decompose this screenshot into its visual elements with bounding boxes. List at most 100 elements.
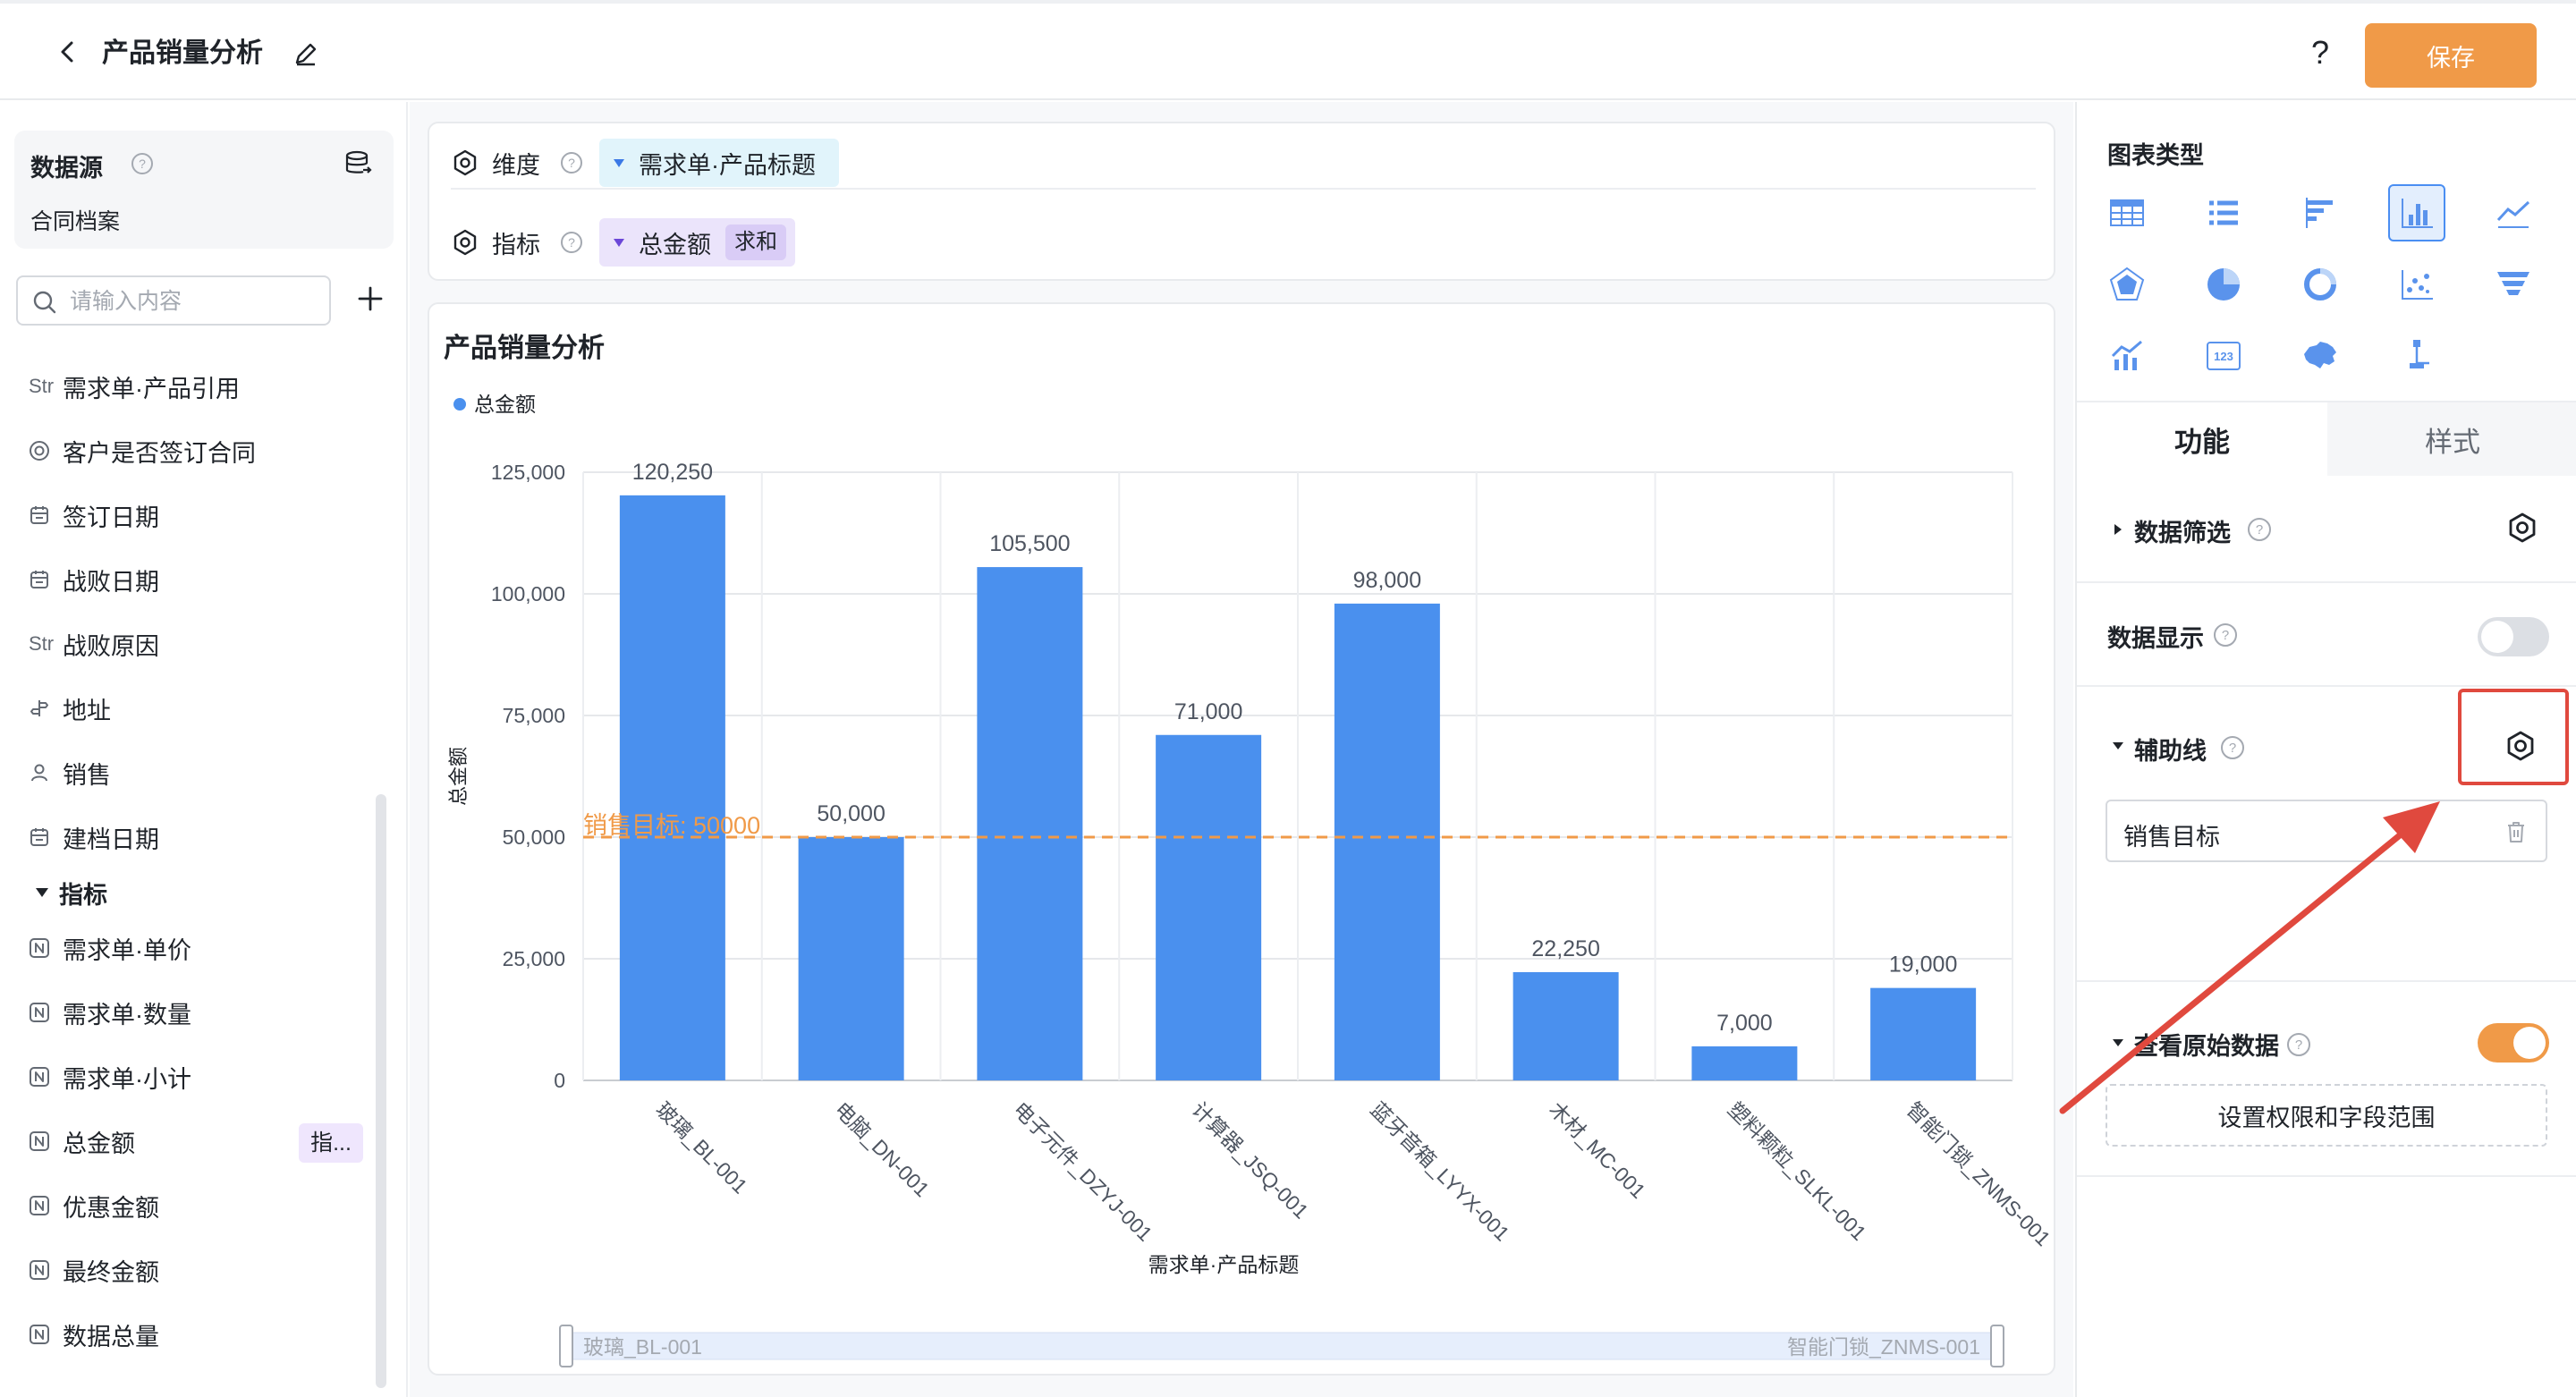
edit-pencil-icon[interactable] bbox=[292, 39, 320, 68]
legend-label: 总金额 bbox=[474, 393, 536, 416]
bar-value-label: 105,500 bbox=[989, 531, 1070, 556]
bar bbox=[798, 837, 904, 1080]
field-item[interactable]: 需求单·小计 bbox=[0, 1045, 376, 1109]
help-circle-icon[interactable]: ? bbox=[131, 152, 154, 175]
map-icon[interactable] bbox=[2292, 327, 2349, 385]
help-circle-icon[interactable]: ? bbox=[560, 151, 583, 174]
field-item[interactable]: 总金额 指... bbox=[0, 1109, 376, 1173]
field-item[interactable]: 数据总量 bbox=[0, 1302, 376, 1367]
tab-function[interactable]: 功能 bbox=[2077, 402, 2327, 476]
caret-down-icon[interactable] bbox=[2113, 742, 2123, 749]
field-item[interactable]: 优惠金额 bbox=[0, 1173, 376, 1238]
config-tabs: 功能 样式 bbox=[2077, 401, 2576, 476]
bar bbox=[977, 567, 1083, 1080]
table-icon[interactable] bbox=[2098, 184, 2156, 241]
raw-data-toggle[interactable] bbox=[2478, 1023, 2549, 1063]
pie-icon[interactable] bbox=[2195, 256, 2252, 313]
gear-icon[interactable] bbox=[451, 228, 479, 257]
field-item[interactable]: 需求单·数量 bbox=[0, 980, 376, 1045]
dimension-pill[interactable]: 需求单·产品标题 bbox=[599, 139, 839, 187]
help-circle-icon[interactable]: ? bbox=[2213, 622, 2238, 648]
field-item[interactable]: Str 战败原因 bbox=[0, 612, 376, 676]
caret-down-icon[interactable] bbox=[2113, 1039, 2123, 1046]
list-icon[interactable] bbox=[2195, 184, 2252, 241]
metric-pill[interactable]: 总金额 求和 bbox=[599, 218, 795, 267]
field-item[interactable]: 需求单·单价 bbox=[0, 916, 376, 980]
toggle-knob bbox=[2513, 1027, 2546, 1059]
number-type-icon bbox=[29, 1259, 59, 1281]
tree-icon[interactable] bbox=[2388, 327, 2445, 385]
set-permission-button[interactable]: 设置权限和字段范围 bbox=[2106, 1084, 2547, 1147]
string-type-icon: Str bbox=[29, 375, 55, 397]
number-type-icon bbox=[29, 1002, 59, 1023]
bar-chart-icon[interactable] bbox=[2388, 184, 2445, 241]
metrics-section-header[interactable]: 指标 bbox=[0, 869, 376, 916]
help-circle-icon[interactable]: ? bbox=[2247, 517, 2272, 542]
help-circle-icon[interactable]: ? bbox=[2286, 1032, 2311, 1057]
reference-line-label: 销售目标: 50000 bbox=[583, 812, 760, 839]
data-filter-row[interactable]: 数据筛选 ? bbox=[2077, 476, 2576, 583]
field-item[interactable]: 建档日期 bbox=[0, 805, 376, 869]
bar bbox=[1334, 603, 1440, 1080]
field-label: 建档日期 bbox=[63, 826, 159, 853]
zoom-start-label: 玻璃_BL-001 bbox=[583, 1335, 702, 1359]
caret-down-icon bbox=[614, 238, 624, 247]
field-item[interactable]: 客户是否签订合同 bbox=[0, 419, 376, 483]
x-tick-label: 木材_MC-001 bbox=[1545, 1097, 1650, 1203]
number-card-icon[interactable]: 123 bbox=[2195, 327, 2252, 385]
funnel-icon[interactable] bbox=[2485, 256, 2542, 313]
y-tick-label: 50,000 bbox=[503, 826, 565, 849]
svg-text:?: ? bbox=[568, 156, 575, 170]
calendar-icon bbox=[29, 569, 59, 590]
field-search-input[interactable] bbox=[70, 284, 320, 318]
data-display-toggle[interactable] bbox=[2478, 617, 2549, 656]
field-search-box[interactable] bbox=[16, 275, 331, 326]
donut-icon[interactable] bbox=[2292, 256, 2349, 313]
x-axis-title: 需求单·产品标题 bbox=[1148, 1253, 1300, 1276]
zoom-handle-right[interactable] bbox=[1990, 1325, 2004, 1367]
help-circle-icon[interactable]: ? bbox=[2220, 735, 2245, 760]
gear-icon[interactable] bbox=[451, 148, 479, 177]
field-label: 地址 bbox=[63, 697, 111, 724]
field-label: 数据总量 bbox=[63, 1323, 159, 1350]
field-item[interactable]: Str 需求单·产品引用 bbox=[0, 354, 376, 419]
x-tick-label: 智能门锁_ZNMS-001 bbox=[1902, 1097, 2055, 1250]
y-tick-label: 0 bbox=[554, 1069, 565, 1092]
scatter-icon[interactable] bbox=[2388, 256, 2445, 313]
trash-icon[interactable] bbox=[2504, 819, 2528, 844]
zoom-slider-track[interactable] bbox=[564, 1332, 1999, 1360]
field-item[interactable]: 销售 bbox=[0, 741, 376, 805]
field-label: 需求单·数量 bbox=[63, 1001, 191, 1029]
database-switch-icon[interactable] bbox=[343, 148, 374, 179]
field-label: 最终金额 bbox=[63, 1258, 159, 1286]
aux-line-item[interactable]: 销售目标 bbox=[2106, 800, 2547, 862]
sidebar-scrollbar[interactable] bbox=[376, 794, 386, 1388]
bar bbox=[1691, 1046, 1798, 1080]
radar-icon[interactable] bbox=[2098, 256, 2156, 313]
field-item[interactable]: 签订日期 bbox=[0, 483, 376, 547]
add-field-plus-icon[interactable] bbox=[352, 281, 388, 317]
data-filter-label: 数据筛选 bbox=[2134, 520, 2231, 546]
main-canvas: 维度 ? 需求单·产品标题 指标 ? 总金额 求和 总金额 0 25,000 50,0… bbox=[410, 102, 2073, 1397]
field-item[interactable]: 地址 bbox=[0, 676, 376, 741]
y-tick-label: 25,000 bbox=[503, 947, 565, 970]
user-icon bbox=[29, 762, 59, 783]
metric-value: 总金额 bbox=[639, 231, 711, 258]
left-sidebar: 数据源 ? 合同档案 Str 需求单·产品引用 客户是否签订合同 签订日期 战败… bbox=[0, 102, 408, 1397]
field-item[interactable]: 战败日期 bbox=[0, 547, 376, 612]
gear-icon[interactable] bbox=[2503, 728, 2538, 764]
zoom-handle-left[interactable] bbox=[559, 1325, 573, 1367]
save-button[interactable]: 保存 bbox=[2365, 23, 2537, 88]
help-circle-icon[interactable]: ? bbox=[560, 231, 583, 254]
caret-down-icon bbox=[36, 888, 48, 897]
combo-chart-icon[interactable] bbox=[2098, 327, 2156, 385]
aggregation-tag[interactable]: 求和 bbox=[725, 224, 786, 260]
horizontal-bar-icon[interactable] bbox=[2292, 184, 2349, 241]
back-arrow-icon[interactable] bbox=[52, 36, 84, 68]
tab-style[interactable]: 样式 bbox=[2327, 402, 2576, 476]
line-chart-icon[interactable] bbox=[2485, 184, 2542, 241]
svg-text:?: ? bbox=[2295, 1037, 2302, 1053]
help-question-icon[interactable]: ? bbox=[2302, 34, 2338, 73]
gear-icon[interactable] bbox=[2504, 510, 2540, 546]
field-item[interactable]: 最终金额 bbox=[0, 1238, 376, 1302]
